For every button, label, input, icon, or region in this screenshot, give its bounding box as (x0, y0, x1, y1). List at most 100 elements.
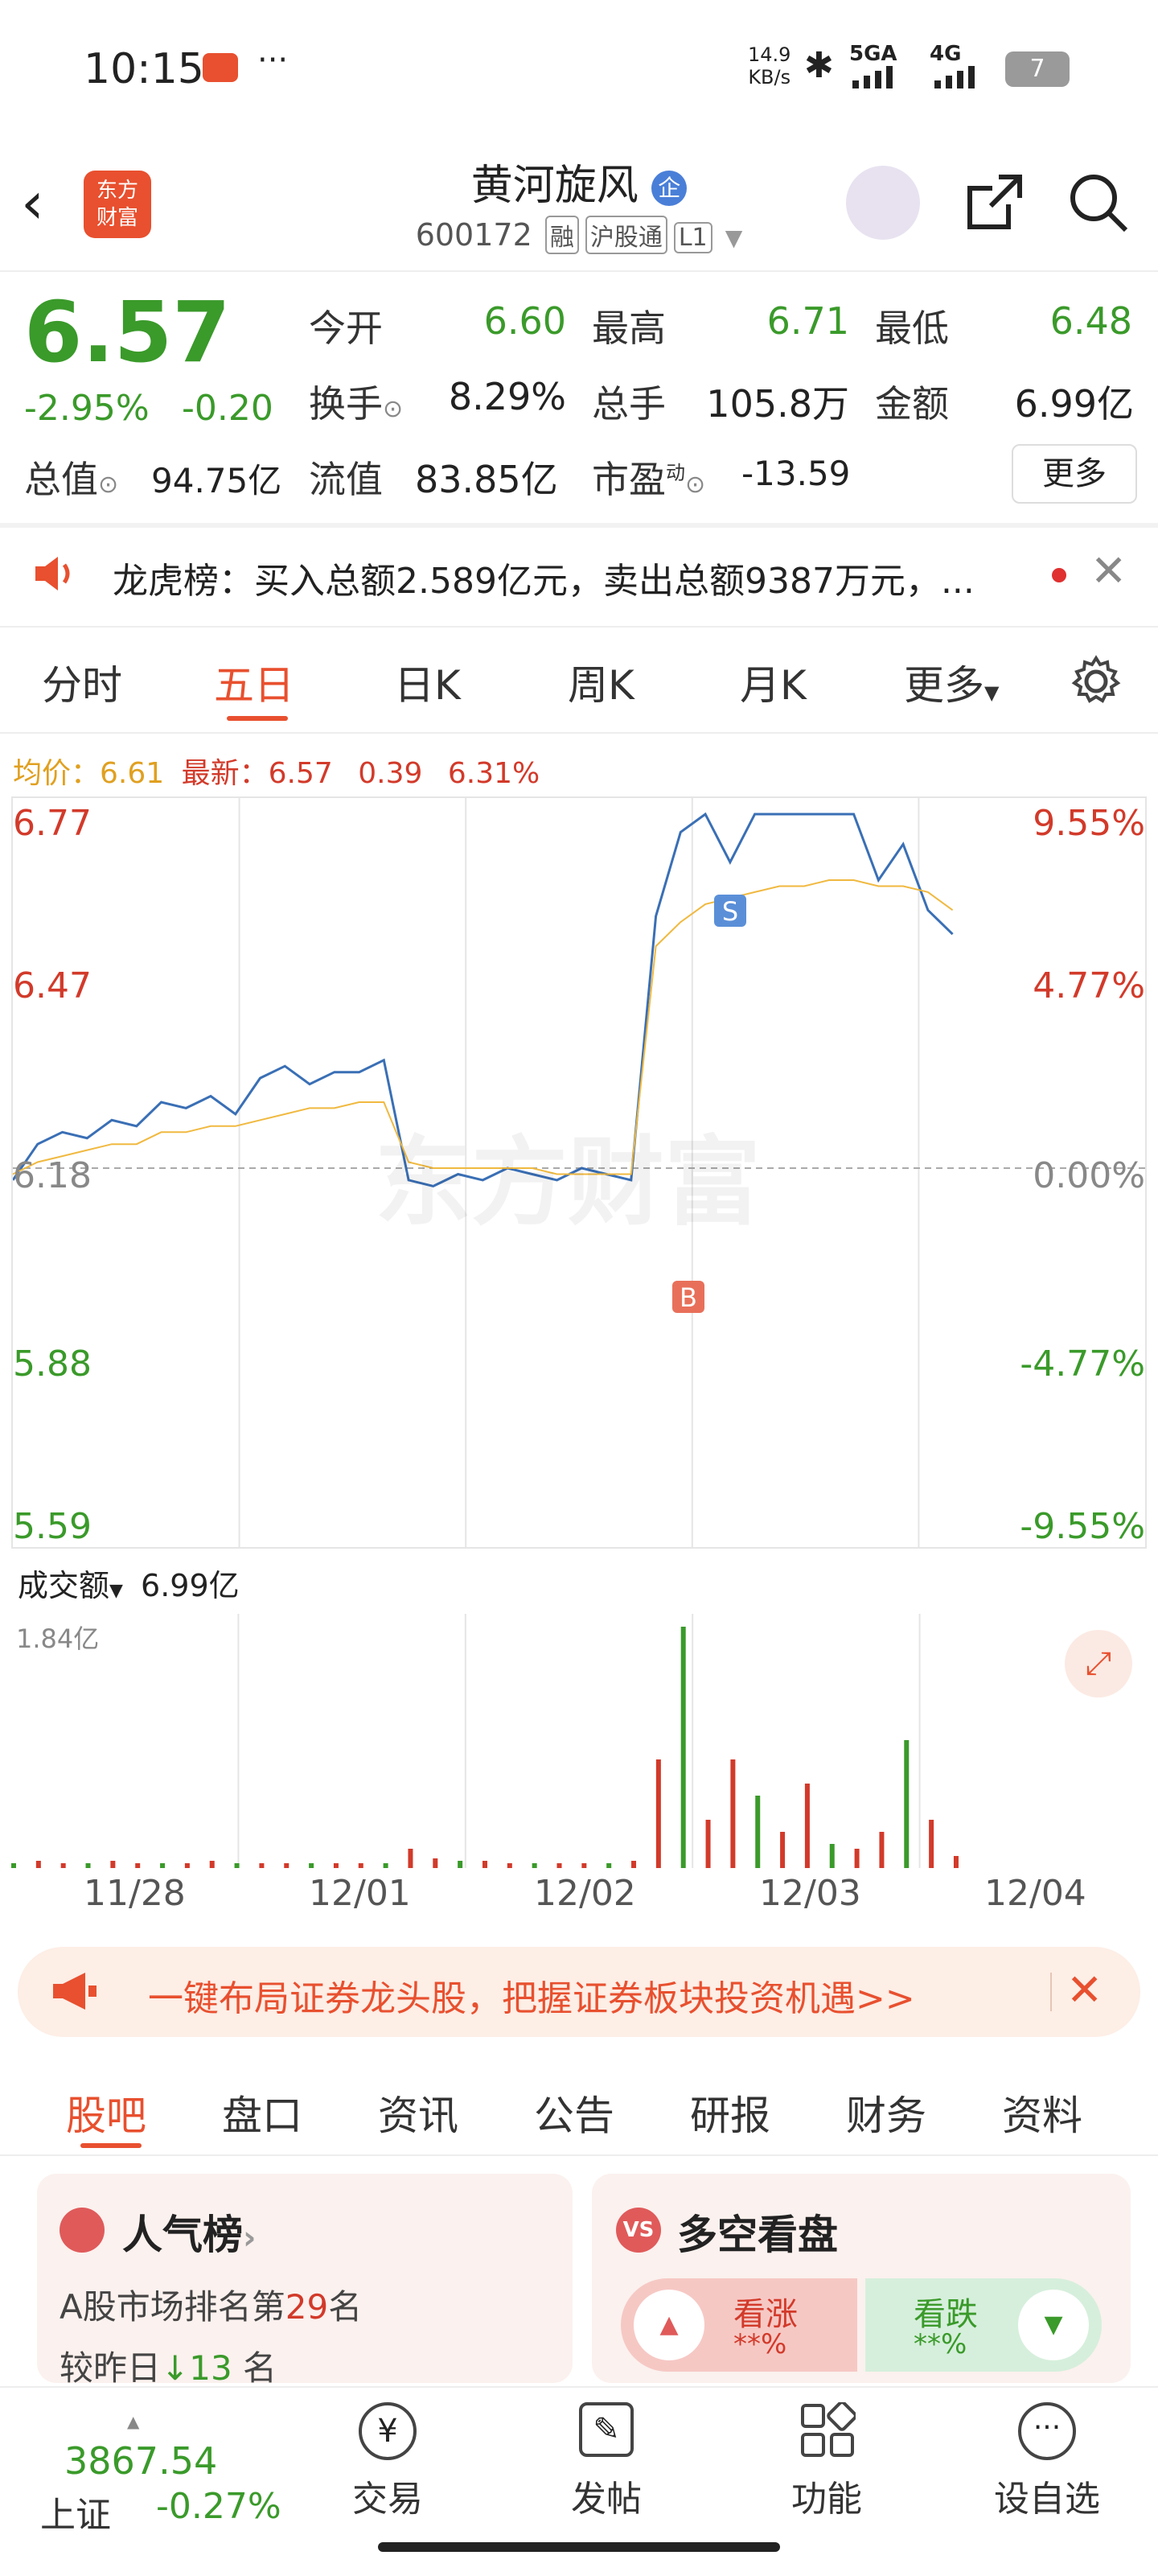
add-watchlist-icon[interactable]: ··· (1018, 2402, 1076, 2460)
volume-bar (507, 1863, 512, 1868)
chevron-down-icon: ▼ (725, 224, 743, 251)
rank-change-number: 13 (189, 2348, 232, 2388)
volume-header[interactable]: 成交额▼ 6.99亿 (18, 1561, 240, 1605)
volume-bar (556, 1863, 562, 1868)
y-tick-left: 6.18 (13, 1155, 92, 1196)
tabs-divider (0, 732, 1158, 734)
volume-bar (904, 1740, 910, 1868)
popularity-title: 人气榜› (122, 2203, 256, 2261)
functions-icon[interactable] (799, 2401, 857, 2459)
tab-more[interactable]: 更多▼ (904, 653, 999, 711)
tab-daily-k[interactable]: 日K (394, 653, 461, 711)
active-tab-indicator (227, 716, 288, 721)
volume-bar (829, 1844, 835, 1868)
volume-bar (358, 1863, 363, 1868)
volume-bar (879, 1832, 885, 1868)
vote-up-button[interactable]: ▲ 看涨 **% (621, 2278, 857, 2372)
y-tick-left: 6.77 (13, 803, 92, 844)
tab-finance[interactable]: 财务 (846, 2084, 926, 2142)
price-chart[interactable]: B S 东方财富 (11, 796, 1147, 1549)
y-tick-right: -9.55% (1020, 1506, 1145, 1547)
share-icon[interactable] (962, 171, 1026, 235)
chart-info-line: 均价：6.61 最新：6.57 0.39 6.31% (13, 750, 540, 792)
x-tick-label: 12/01 (309, 1873, 411, 1914)
volume-value: 105.8万 (706, 382, 849, 426)
tab-news[interactable]: 资讯 (378, 2084, 458, 2142)
change-value: -0.20 (182, 388, 273, 429)
low-value: 6.48 (1049, 299, 1132, 343)
volume-label: 成交额 (18, 1568, 110, 1603)
volume-bar (383, 1863, 388, 1868)
sell-marker: S (722, 896, 738, 927)
section-tabs-divider (0, 2154, 1158, 2156)
volume-bar (780, 1832, 786, 1868)
volume-bar (184, 1863, 190, 1868)
more-quote-button[interactable]: 更多 (1012, 444, 1137, 504)
y-tick-left: 5.88 (13, 1344, 92, 1385)
expand-icon[interactable]: ⤢ (1065, 1630, 1132, 1697)
tab-five-day[interactable]: 五日 (214, 653, 294, 711)
rank-suffix: 名 (328, 2287, 363, 2327)
tab-intraday[interactable]: 分时 (42, 653, 122, 711)
tab-profile[interactable]: 资料 (1002, 2084, 1082, 2142)
latest-value: 6.57 (268, 757, 333, 790)
info-icon[interactable]: ⊙ (685, 471, 705, 499)
popularity-card[interactable]: 人气榜› A股市场排名第29名 较昨日↓13 名 (37, 2174, 573, 2388)
volume-chart[interactable]: 1.84亿 ⤢ (11, 1614, 1147, 1868)
dragon-tiger-notice[interactable]: 龙虎榜：买入总额2.589亿元，卖出总额9387万元，... ✕ (0, 523, 1158, 626)
volume-label: 总手 (592, 382, 666, 426)
tag-level: L1 (673, 222, 712, 253)
low-label: 最低 (875, 307, 949, 350)
pe-value: -13.59 (741, 454, 851, 493)
tab-monthly-k[interactable]: 月K (740, 653, 807, 711)
tab-weekly-k[interactable]: 周K (568, 653, 634, 711)
trade-button[interactable]: 交易 (315, 2470, 460, 2521)
stock-code: 600172 (415, 217, 532, 253)
search-icon[interactable] (1066, 171, 1131, 235)
volume-bar (606, 1863, 612, 1868)
battery-icon: 7 (1005, 51, 1070, 87)
promo-banner[interactable]: 一键布局证券龙头股，把握证券板块投资机遇>> ✕ (18, 1947, 1140, 2037)
enterprise-badge-icon: 企 (651, 171, 688, 206)
volume-bar (35, 1861, 41, 1868)
unread-dot (1052, 568, 1066, 582)
tab-research[interactable]: 研报 (690, 2084, 770, 2142)
info-icon[interactable]: ⊙ (98, 471, 118, 499)
signal-bars-icon (852, 66, 893, 88)
functions-button[interactable]: 功能 (754, 2470, 899, 2521)
add-watchlist-button[interactable]: 设自选 (975, 2470, 1119, 2521)
caret-down-icon: ▼ (109, 1581, 123, 1601)
pe-label: 市盈动⊙ (592, 451, 705, 504)
pe-superscript: 动 (666, 461, 685, 484)
robot-avatar-icon[interactable] (846, 166, 920, 240)
vote-down-button[interactable]: 看跌 **% ▼ (865, 2278, 1102, 2372)
volume-bar (804, 1784, 810, 1868)
rank-number: 29 (285, 2287, 329, 2327)
close-banner-icon[interactable]: ✕ (1066, 1965, 1103, 2015)
index-change: -0.27% (156, 2486, 281, 2527)
volume-bar (209, 1861, 215, 1868)
close-notice-icon[interactable]: ✕ (1090, 545, 1127, 596)
rank-change-prefix: 较昨日 (60, 2348, 162, 2388)
caret-up-icon: ▲ (127, 2412, 140, 2431)
tab-forum[interactable]: 股吧 (66, 2084, 146, 2142)
change-pct: -2.95% (24, 388, 150, 429)
turnover-label: 换手⊙ (309, 375, 403, 428)
tab-announcements[interactable]: 公告 (534, 2084, 614, 2142)
volume-value: 6.99亿 (141, 1568, 240, 1603)
arrow-down-icon: ↓ (161, 2348, 190, 2388)
post-icon[interactable]: ✎ (579, 2402, 634, 2457)
index-widget[interactable]: ▲ 3867.54 上证 -0.27% (40, 2412, 306, 2536)
info-icon[interactable]: ⊙ (383, 395, 403, 423)
trade-icon[interactable]: ¥ (359, 2402, 417, 2460)
more-notifications-icon: ··· (257, 42, 289, 79)
post-button[interactable]: 发帖 (534, 2470, 679, 2521)
speaker-icon (32, 553, 79, 594)
caret-down-icon: ▼ (984, 681, 1000, 704)
tab-order-book[interactable]: 盘口 (222, 2084, 302, 2142)
open-label: 今开 (309, 307, 383, 350)
high-label: 最高 (592, 307, 666, 350)
net-speed-unit: KB/s (748, 66, 791, 88)
open-value: 6.60 (483, 299, 566, 343)
chart-settings-gear-icon[interactable] (1070, 655, 1123, 708)
